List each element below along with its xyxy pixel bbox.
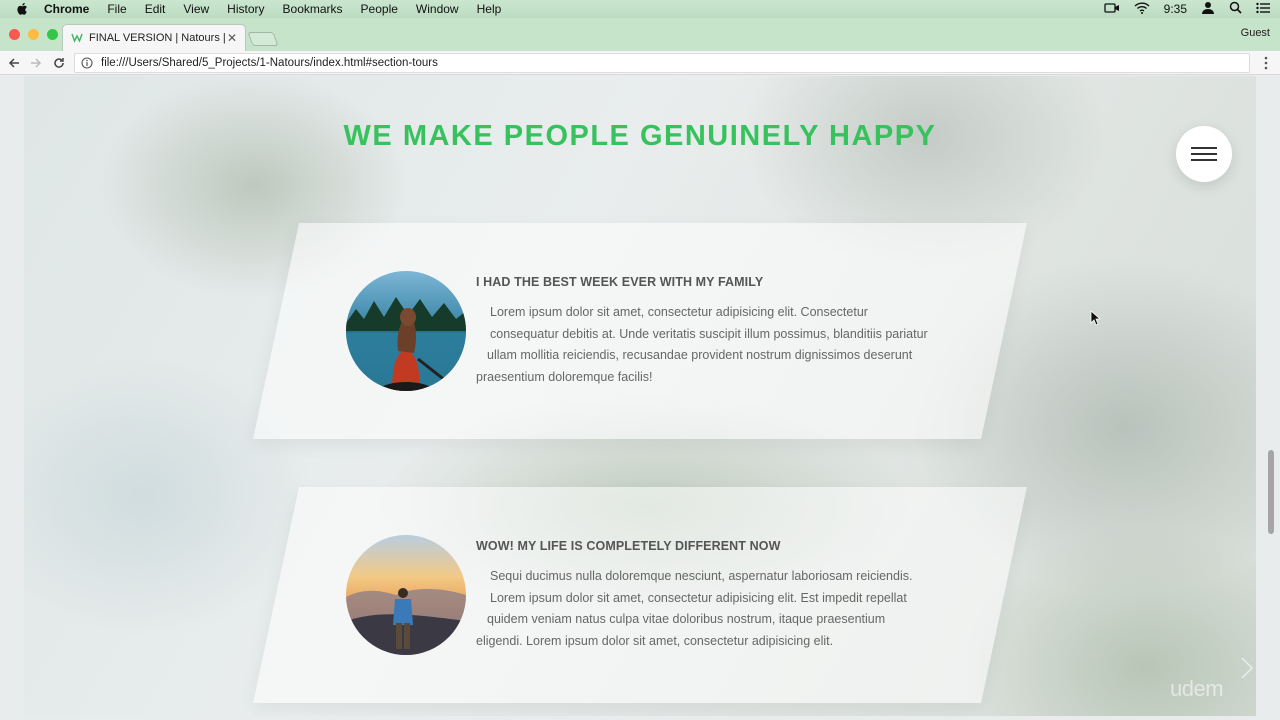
camera-icon[interactable]	[1103, 2, 1120, 17]
menu-edit[interactable]: Edit	[145, 0, 166, 18]
url-text[interactable]: file:///Users/Shared/5_Projects/1-Natour…	[101, 57, 438, 69]
story-photo-man-sunset	[346, 535, 466, 655]
story-text-2: WOW! MY LIFE IS COMPLETELY DIFFERENT NOW…	[476, 539, 936, 652]
chevron-right-icon	[1240, 656, 1254, 680]
guest-profile-label[interactable]: Guest	[1241, 27, 1270, 39]
minimize-window-button[interactable]	[28, 29, 39, 40]
story-card-2: WOW! MY LIFE IS COMPLETELY DIFFERENT NOW…	[253, 487, 1027, 703]
macos-menu-bar: Chrome File Edit View History Bookmarks …	[0, 0, 1280, 18]
story-text-1: I HAD THE BEST WEEK EVER WITH MY FAMILY …	[476, 275, 936, 388]
browser-toolbar: file:///Users/Shared/5_Projects/1-Natour…	[0, 51, 1280, 75]
menu-view[interactable]: View	[183, 0, 209, 18]
browser-tab-strip: FINAL VERSION | Natours | Ex ✕ Guest	[0, 18, 1280, 51]
close-tab-icon[interactable]: ✕	[225, 31, 239, 45]
browser-tab-active[interactable]: FINAL VERSION | Natours | Ex ✕	[62, 24, 246, 51]
search-icon[interactable]	[1229, 1, 1242, 17]
page-viewport: WE MAKE PEOPLE GENUINELY HAPPY I HAD THE…	[24, 76, 1256, 716]
new-tab-button[interactable]	[247, 32, 279, 46]
story-body-2: Sequi ducimus nulla doloremque nesciunt,…	[476, 569, 913, 648]
apple-icon[interactable]	[14, 1, 30, 17]
menu-people[interactable]: People	[361, 0, 398, 18]
story-heading-2: WOW! MY LIFE IS COMPLETELY DIFFERENT NOW	[476, 539, 781, 553]
hamburger-icon	[1191, 147, 1217, 161]
udemy-watermark: udem	[1170, 676, 1224, 701]
forward-arrow-icon[interactable]	[27, 54, 45, 72]
window-controls	[9, 29, 58, 40]
natours-favicon-icon	[71, 33, 83, 43]
back-arrow-icon[interactable]	[5, 54, 23, 72]
navigation-button[interactable]	[1176, 126, 1232, 182]
clock[interactable]: 9:35	[1164, 2, 1187, 16]
story-heading-1: I HAD THE BEST WEEK EVER WITH MY FAMILY	[476, 275, 764, 289]
menu-file[interactable]: File	[107, 0, 126, 18]
menu-help[interactable]: Help	[477, 0, 502, 18]
story-card-1: I HAD THE BEST WEEK EVER WITH MY FAMILY …	[253, 223, 1027, 439]
menu-app-name[interactable]: Chrome	[44, 0, 89, 18]
story-photo-woman-kayak	[346, 271, 466, 391]
reload-icon[interactable]	[50, 54, 68, 72]
menu-history[interactable]: History	[227, 0, 264, 18]
menu-bookmarks[interactable]: Bookmarks	[283, 0, 343, 18]
wifi-icon[interactable]	[1134, 1, 1150, 17]
browser-menu-icon[interactable]	[1260, 55, 1272, 71]
page-scrollbar[interactable]	[1268, 450, 1274, 534]
close-window-button[interactable]	[9, 29, 20, 40]
mouse-cursor-icon	[1090, 310, 1102, 326]
list-icon[interactable]	[1256, 2, 1270, 17]
story-body-1: Lorem ipsum dolor sit amet, consectetur …	[476, 305, 928, 384]
menu-window[interactable]: Window	[416, 0, 459, 18]
user-icon[interactable]	[1201, 1, 1215, 18]
section-title: WE MAKE PEOPLE GENUINELY HAPPY	[343, 120, 937, 152]
info-icon[interactable]	[81, 57, 93, 69]
zoom-window-button[interactable]	[47, 29, 58, 40]
tab-title: FINAL VERSION | Natours | Ex	[89, 32, 225, 44]
address-bar[interactable]: file:///Users/Shared/5_Projects/1-Natour…	[74, 53, 1250, 73]
menubar-status-area: 9:35	[1103, 0, 1270, 18]
